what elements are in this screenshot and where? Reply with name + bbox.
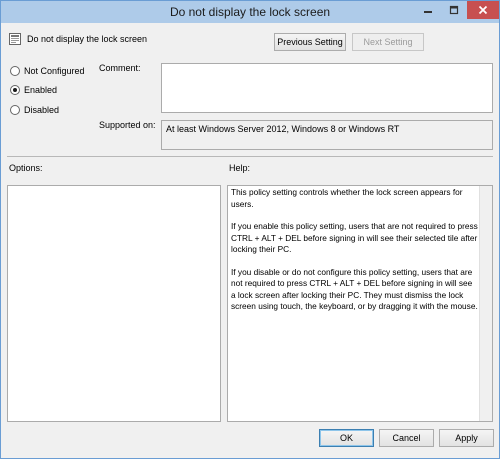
radio-disabled-circle[interactable] — [10, 105, 20, 115]
help-paragraph: If you enable this policy setting, users… — [231, 221, 478, 254]
close-button[interactable] — [467, 1, 499, 19]
section-divider — [7, 156, 493, 157]
radio-enabled-label: Enabled — [24, 85, 58, 95]
next-setting-button[interactable]: Next Setting — [352, 33, 424, 51]
help-text: This policy setting controls whether the… — [228, 186, 492, 313]
radio-disabled-label: Disabled — [24, 105, 60, 115]
maximize-button[interactable] — [441, 1, 467, 19]
radio-not-configured-label: Not Configured — [24, 66, 85, 76]
minimize-button[interactable] — [415, 1, 441, 19]
help-paragraph: If you disable or do not configure this … — [231, 266, 478, 312]
supported-on-value: At least Windows Server 2012, Windows 8 … — [161, 120, 493, 150]
radio-not-configured-circle[interactable] — [10, 66, 20, 76]
apply-button[interactable]: Apply — [439, 429, 494, 447]
ok-button[interactable]: OK — [319, 429, 374, 447]
previous-setting-button[interactable]: Previous Setting — [274, 33, 346, 51]
radio-not-configured[interactable]: Not Configured — [10, 66, 85, 76]
comment-textarea[interactable] — [161, 63, 493, 113]
help-scrollbar[interactable] — [479, 186, 492, 421]
title-bar[interactable]: Do not display the lock screen — [1, 1, 499, 23]
help-pane[interactable]: This policy setting controls whether the… — [227, 185, 493, 422]
comment-label: Comment: — [99, 63, 141, 73]
policy-dialog: Do not display the lock screen Do not di… — [0, 0, 500, 459]
cancel-button[interactable]: Cancel — [379, 429, 434, 447]
options-pane[interactable] — [7, 185, 221, 422]
options-label: Options: — [9, 163, 43, 173]
policy-setting-icon — [9, 33, 21, 45]
close-icon — [478, 5, 488, 15]
supported-on-label: Supported on: — [99, 120, 156, 130]
help-label: Help: — [229, 163, 251, 173]
dialog-body: Do not display the lock screen Previous … — [1, 23, 499, 458]
radio-enabled-circle[interactable] — [10, 85, 20, 95]
help-paragraph: This policy setting controls whether the… — [231, 187, 463, 209]
radio-disabled[interactable]: Disabled — [10, 105, 59, 115]
maximize-icon — [449, 5, 459, 15]
radio-enabled[interactable]: Enabled — [10, 85, 57, 95]
policy-name: Do not display the lock screen — [27, 34, 148, 44]
minimize-icon — [424, 11, 432, 13]
